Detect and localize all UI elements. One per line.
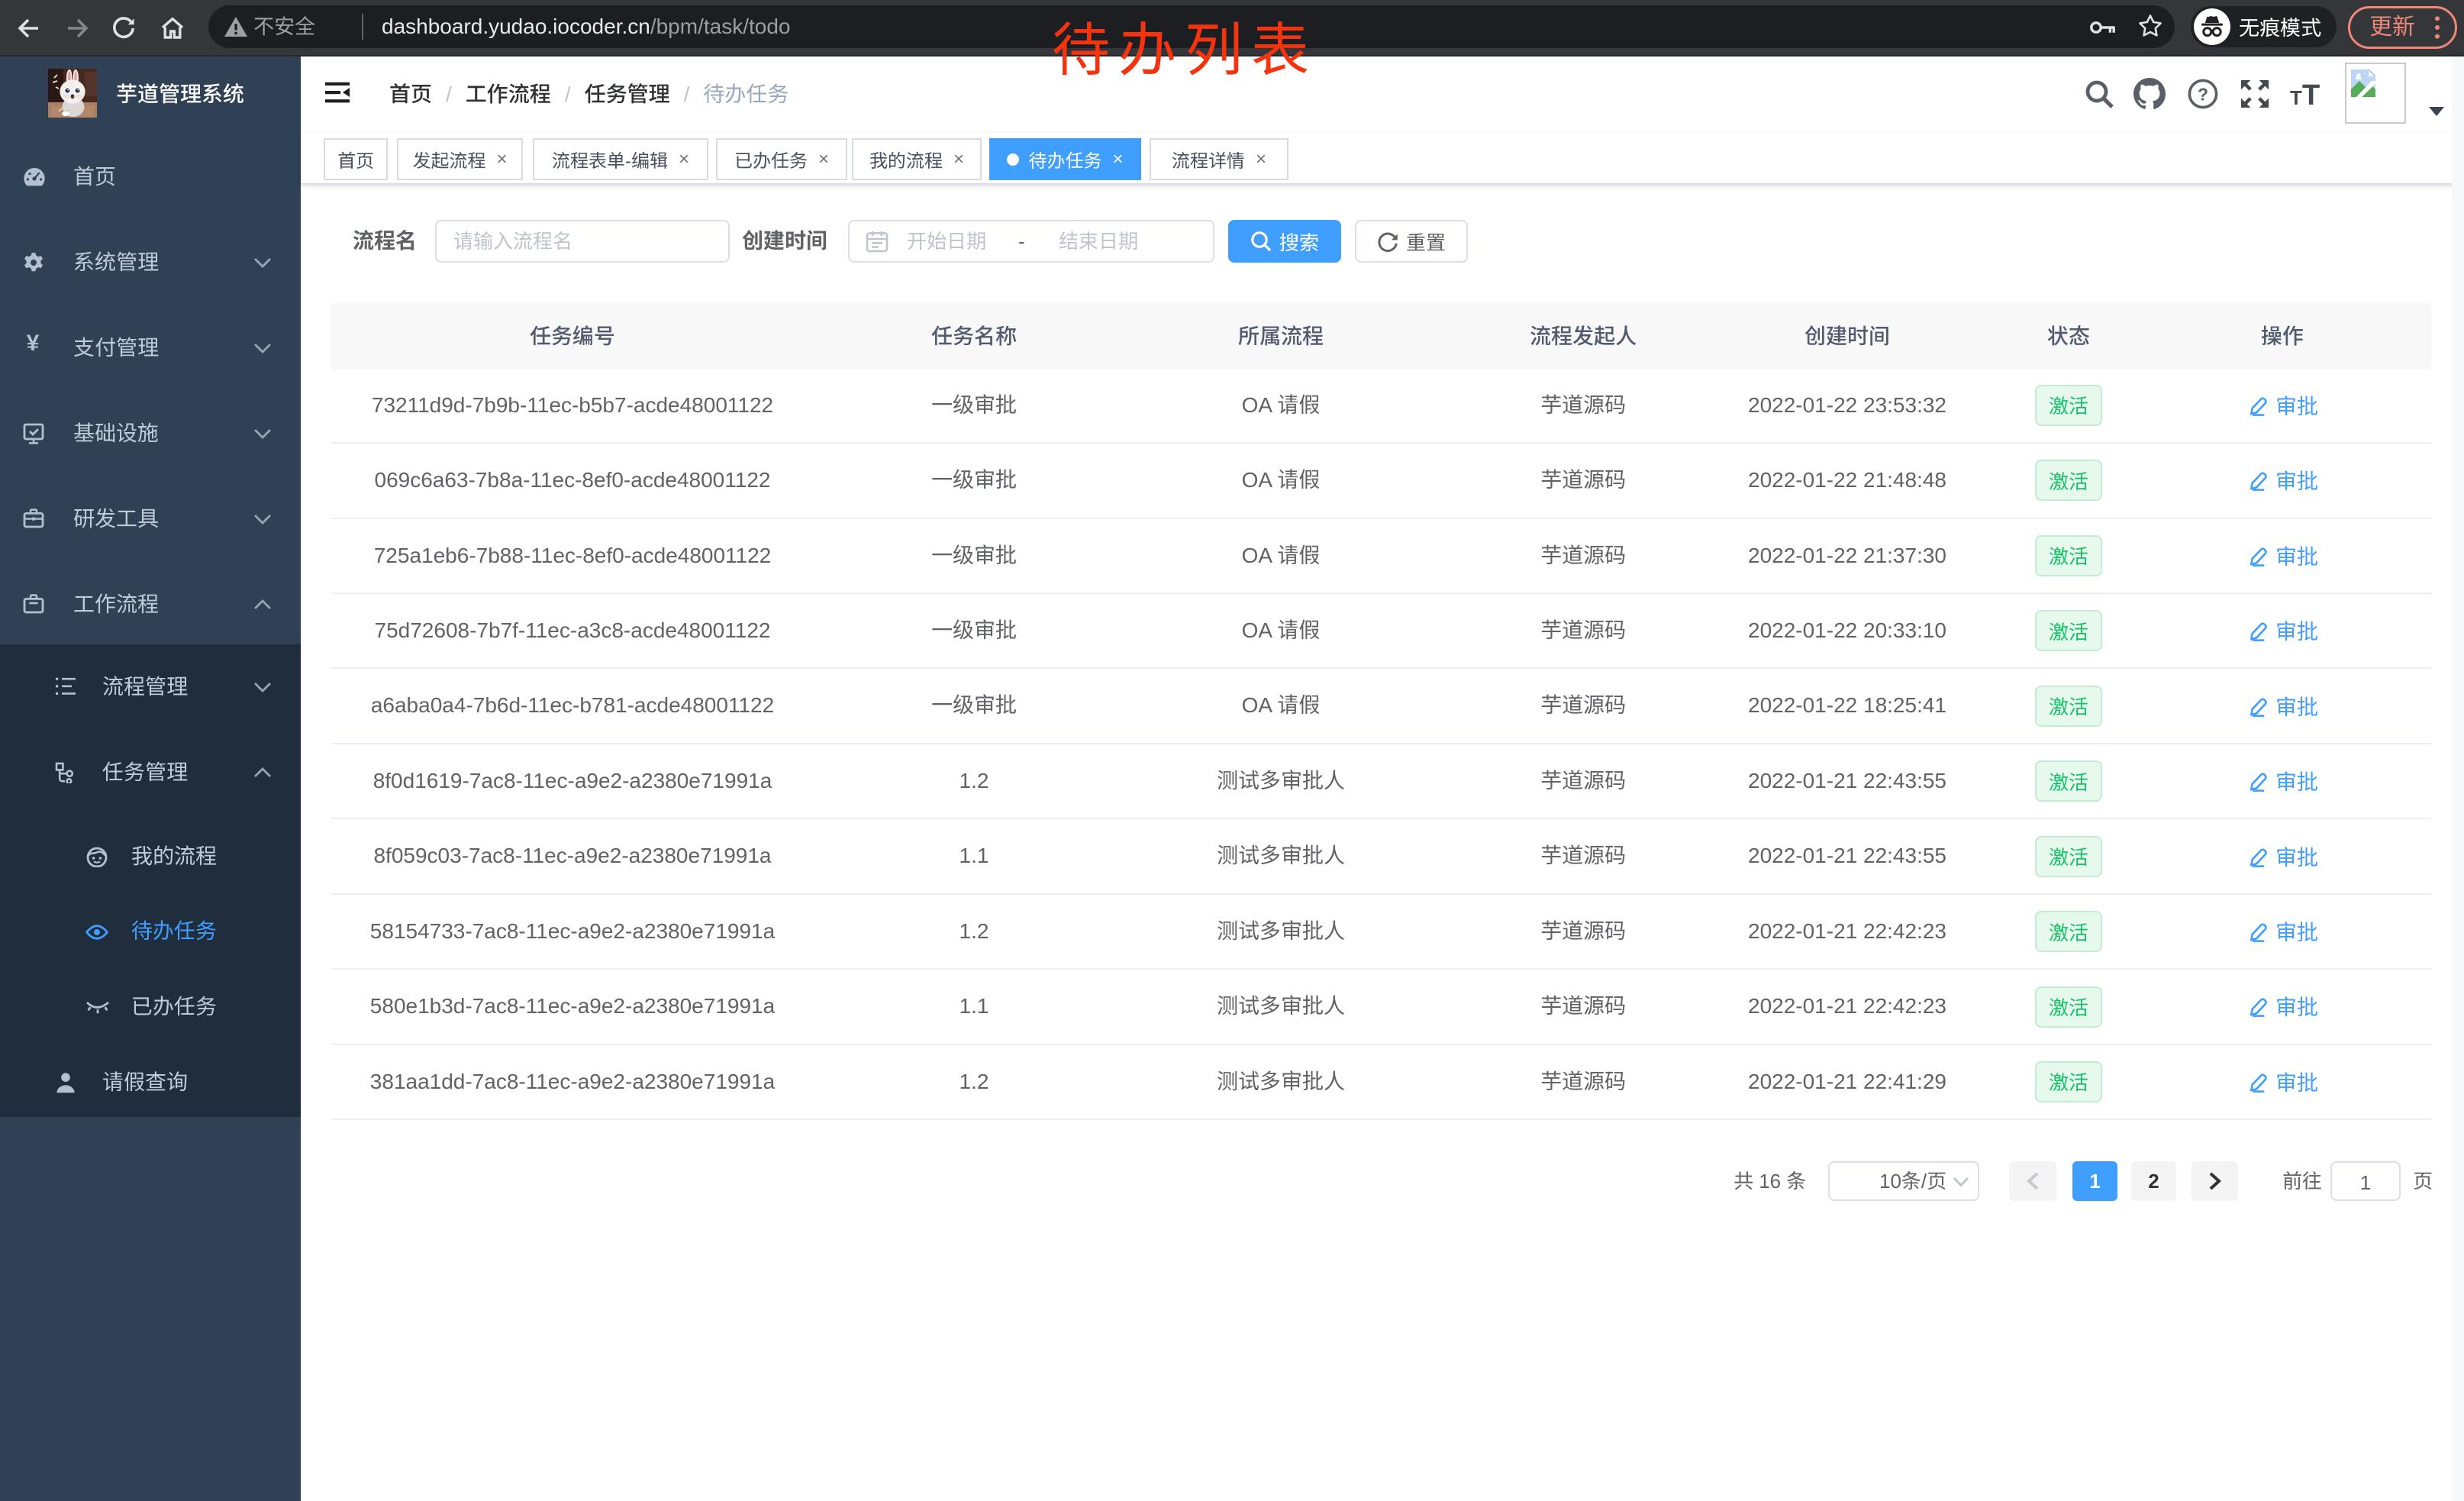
svg-text:T: T: [2302, 79, 2320, 107]
svg-text:¥: ¥: [27, 331, 40, 353]
svg-text:T: T: [2290, 86, 2302, 107]
svg-text:?: ?: [2198, 84, 2208, 104]
